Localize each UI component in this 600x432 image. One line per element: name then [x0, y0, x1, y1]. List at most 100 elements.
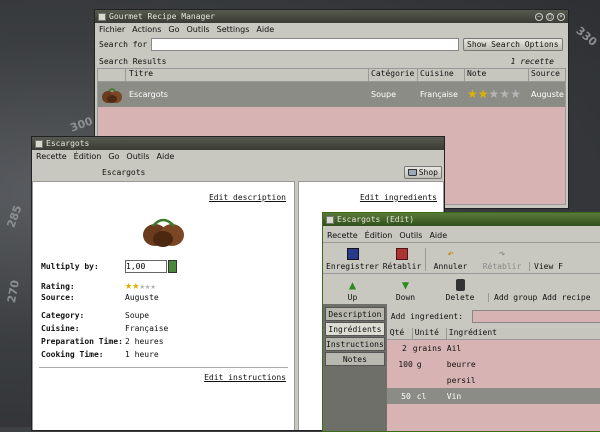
spinner-icon[interactable] [168, 260, 177, 273]
column-header-categorie[interactable]: Catégorie [369, 69, 418, 81]
menu-aide[interactable]: Aide [157, 152, 175, 161]
add-group-label: Add group [494, 293, 538, 302]
table-row[interactable]: 2 grains Ail [387, 340, 600, 356]
recipe-heading: Escargots [102, 167, 146, 177]
redo-button[interactable]: ↷ Rétablir [475, 247, 529, 272]
show-search-options-button[interactable]: Show Search Options [463, 38, 563, 51]
recipe-thumbnail [98, 86, 126, 104]
undo-button[interactable]: ↶ Annuler [425, 248, 475, 271]
main-menubar: Fichier Actions Go Outils Settings Aide [95, 23, 568, 36]
menu-edition[interactable]: Édition [74, 152, 102, 161]
column-header-cuisine[interactable]: Cuisine [418, 69, 465, 81]
edit-description-link[interactable]: Edit description [209, 193, 286, 202]
dial-label: 285 [4, 203, 25, 230]
column-header-qty[interactable]: Qté [387, 328, 413, 339]
menu-aide[interactable]: Aide [256, 25, 274, 34]
window-title: Escargots (Edit) [337, 215, 415, 224]
dial-label: 300 [68, 114, 95, 135]
column-header-ingredient[interactable]: Ingrédient [447, 328, 497, 339]
row-source: Auguste [531, 90, 564, 99]
floppy-icon [346, 248, 359, 260]
field-value: 2 heures [125, 337, 164, 346]
row-unit: cl [416, 391, 427, 401]
menu-recette[interactable]: Recette [327, 231, 358, 240]
dial-label: 330 [573, 24, 600, 49]
menu-actions[interactable]: Actions [132, 25, 161, 34]
view-button[interactable]: View F [529, 262, 600, 271]
menu-outils[interactable]: Outils [186, 25, 209, 34]
row-rating[interactable]: ★★★★★ [465, 87, 529, 101]
tab-description[interactable]: Description [325, 307, 385, 321]
field-label: Cuisine: [41, 324, 80, 333]
up-button[interactable]: ▲ Up [326, 279, 379, 302]
edit-toolbar-ingredients: ▲ Up ▼ Down Delete Add group Add recipe [323, 273, 600, 304]
row-qty: 50 [401, 391, 411, 401]
search-label: Search for [99, 40, 148, 49]
recipe-window-titlebar[interactable]: Escargots [32, 137, 444, 150]
save-label: Enregistrer [326, 262, 379, 271]
row-ingredient: beurre [446, 359, 476, 369]
edit-window-titlebar[interactable]: Escargots (Edit) [323, 213, 600, 226]
cart-icon [407, 168, 417, 176]
menu-outils[interactable]: Outils [126, 152, 149, 161]
window-title: Escargots [46, 139, 90, 148]
rating-stars[interactable]: ★★★★★ [125, 278, 156, 292]
field-label: Preparation Time: [41, 337, 123, 346]
table-row[interactable]: 100 g beurre [387, 356, 600, 372]
revert-button[interactable]: Rétablir [379, 248, 425, 271]
divider [39, 367, 288, 368]
main-window-titlebar[interactable]: Gourmet Recipe Manager – □ × [95, 10, 568, 23]
add-recipe-button[interactable]: Add recipe [542, 293, 590, 302]
arrow-down-icon: ▼ [401, 278, 410, 292]
tab-ingredients[interactable]: Ingrédients [325, 322, 385, 336]
row-ingredient: Vin [446, 391, 462, 401]
dial-label: 270 [5, 279, 22, 304]
star-full-icon: ★ [132, 278, 140, 292]
recipe-photo [143, 218, 184, 247]
trash-icon [455, 279, 465, 291]
close-icon[interactable]: × [557, 12, 565, 21]
menu-go[interactable]: Go [168, 25, 179, 34]
table-row[interactable]: 50 cl Vin [386, 388, 600, 404]
menu-settings[interactable]: Settings [217, 25, 250, 34]
shop-button[interactable]: Shop [403, 165, 442, 179]
table-row[interactable]: persil [387, 372, 600, 388]
row-ingredient: Ail [446, 343, 462, 353]
add-ingredient-input[interactable] [471, 309, 600, 323]
minimize-icon[interactable]: – [535, 12, 543, 21]
menu-outils[interactable]: Outils [399, 231, 422, 240]
edit-ingredients-link[interactable]: Edit ingredients [360, 193, 437, 202]
star-empty-icon: ★ [150, 282, 156, 292]
column-header-titre[interactable]: Titre [126, 69, 369, 81]
table-row[interactable]: Escargots Soupe Française ★★★★★ Auguste [98, 82, 565, 107]
column-header-source[interactable]: Source [529, 69, 560, 81]
redo-icon: ↷ [498, 247, 506, 260]
recipe-details-panel: Edit description Multiply by: Rating: ★★… [32, 181, 295, 430]
maximize-icon[interactable]: □ [546, 12, 554, 21]
search-input[interactable] [151, 38, 459, 51]
field-label: Source: [41, 293, 75, 302]
tab-instructions[interactable]: Instructions [325, 337, 385, 351]
menu-fichier[interactable]: Fichier [99, 25, 125, 34]
search-results-label: Search Results [99, 57, 167, 66]
window-title: Gourmet Recipe Manager [109, 12, 215, 21]
shop-label: Shop [418, 167, 438, 177]
save-button[interactable]: Enregistrer [326, 248, 379, 271]
menu-go[interactable]: Go [108, 152, 119, 161]
column-header-note[interactable]: Note [465, 69, 529, 81]
menu-aide[interactable]: Aide [429, 231, 447, 240]
ingredients-table: Qté Unité Ingrédient 2 grains Ail 100 g … [386, 328, 600, 431]
edit-instructions-link[interactable]: Edit instructions [204, 373, 286, 382]
tab-notes[interactable]: Notes [325, 352, 385, 366]
app-icon [35, 139, 43, 148]
column-header-unit[interactable]: Unité [413, 328, 447, 339]
menu-recette[interactable]: Recette [36, 152, 67, 161]
delete-button[interactable]: Delete [432, 279, 488, 302]
add-group-button[interactable]: Add group [488, 293, 542, 302]
star-empty-icon: ★ [499, 87, 511, 101]
menu-edition[interactable]: Édition [365, 231, 393, 240]
down-button[interactable]: ▼ Down [379, 279, 432, 302]
star-empty-icon: ★ [488, 87, 500, 101]
row-title: Escargots [129, 90, 168, 99]
multiply-input[interactable] [125, 260, 167, 273]
